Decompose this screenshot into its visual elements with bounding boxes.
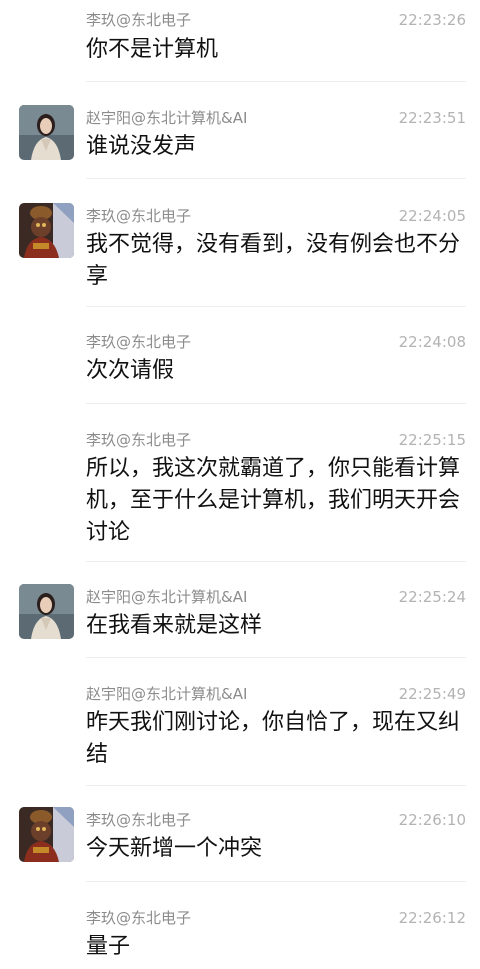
sender-name: 李玖@东北电子 bbox=[86, 207, 192, 225]
divider bbox=[86, 306, 466, 307]
message-time: 22:23:26 bbox=[398, 11, 466, 29]
sender-name: 李玖@东北电子 bbox=[86, 431, 192, 449]
message-time: 22:25:49 bbox=[398, 685, 466, 703]
message-time: 22:24:08 bbox=[398, 333, 466, 351]
message-time: 22:24:05 bbox=[398, 207, 466, 225]
sender-name: 赵宇阳@东北计算机&AI bbox=[86, 685, 248, 703]
message-text: 次次请假 bbox=[86, 358, 175, 383]
divider bbox=[86, 178, 466, 179]
message-text: 我不觉得，没有看到，没有例会也不分享 bbox=[86, 232, 461, 289]
message-text: 今天新增一个冲突 bbox=[86, 836, 263, 861]
message-time: 22:25:15 bbox=[398, 431, 466, 449]
divider bbox=[86, 403, 466, 404]
statue-avatar[interactable] bbox=[19, 807, 74, 862]
divider bbox=[86, 881, 466, 882]
message-time: 22:26:10 bbox=[398, 811, 466, 829]
sender-name: 赵宇阳@东北计算机&AI bbox=[86, 588, 248, 606]
sender-name: 李玖@东北电子 bbox=[86, 909, 192, 927]
statue-avatar[interactable] bbox=[19, 203, 74, 258]
message-time: 22:25:24 bbox=[398, 588, 466, 606]
message-text: 谁说没发声 bbox=[86, 134, 197, 159]
message-text: 你不是计算机 bbox=[86, 37, 219, 62]
woman-avatar[interactable] bbox=[19, 584, 74, 639]
message-text: 量子 bbox=[86, 934, 131, 959]
message-time: 22:26:12 bbox=[398, 909, 466, 927]
sender-name: 李玖@东北电子 bbox=[86, 811, 192, 829]
message-time: 22:23:51 bbox=[398, 109, 466, 127]
divider bbox=[86, 561, 466, 562]
sender-name: 李玖@东北电子 bbox=[86, 11, 192, 29]
message-text: 昨天我们刚讨论，你自恰了，现在又纠结 bbox=[86, 710, 461, 767]
divider bbox=[86, 81, 466, 82]
message-text: 在我看来就是这样 bbox=[86, 613, 263, 638]
divider bbox=[86, 785, 466, 786]
woman-avatar[interactable] bbox=[19, 105, 74, 160]
message-text: 所以，我这次就霸道了，你只能看计算机，至于什么是计算机，我们明天开会讨论 bbox=[86, 456, 461, 545]
sender-name: 赵宇阳@东北计算机&AI bbox=[86, 109, 248, 127]
divider bbox=[86, 657, 466, 658]
sender-name: 李玖@东北电子 bbox=[86, 333, 192, 351]
